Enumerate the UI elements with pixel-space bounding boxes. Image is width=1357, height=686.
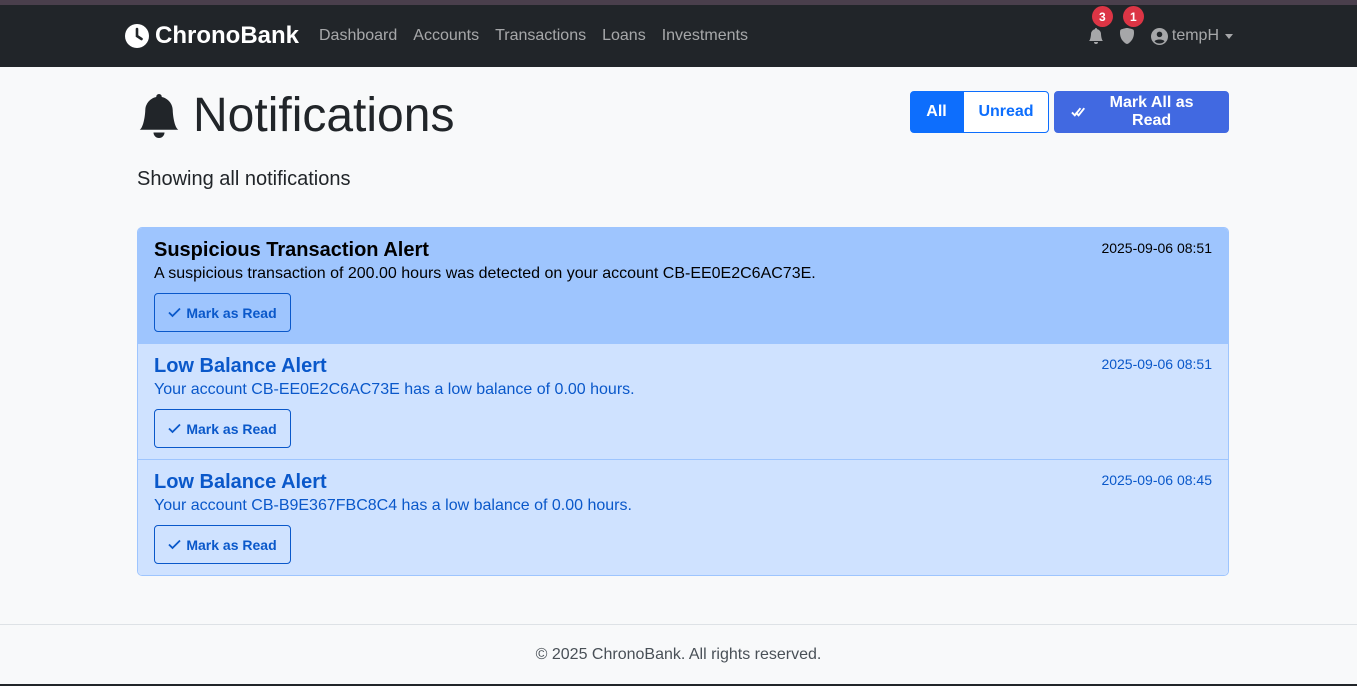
mark-as-read-button[interactable]: Mark as Read: [154, 409, 291, 448]
notification-title: Suspicious Transaction Alert: [154, 239, 429, 261]
filter-unread-button[interactable]: Unread: [963, 91, 1049, 133]
main-nav: Dashboard Accounts Transactions Loans In…: [311, 5, 756, 67]
user-menu-toggle[interactable]: tempH: [1150, 27, 1233, 45]
mark-as-read-button[interactable]: Mark as Read: [154, 525, 291, 564]
clock-icon: [125, 24, 149, 48]
filter-button-group: All Unread: [910, 91, 1049, 133]
notification-title: Low Balance Alert: [154, 471, 327, 493]
page-title-row: Notifications: [137, 92, 454, 140]
nav-accounts[interactable]: Accounts: [405, 27, 487, 45]
filter-all-button[interactable]: All: [910, 91, 963, 133]
notification-message: Your account CB-EE0E2C6AC73E has a low b…: [154, 381, 635, 398]
notification-title: Low Balance Alert: [154, 355, 327, 377]
nav-investments[interactable]: Investments: [654, 27, 756, 45]
mark-as-read-label: Mark as Read: [186, 304, 277, 321]
page-title: Notifications: [193, 89, 455, 142]
notification-item: Low Balance Alert Your account CB-EE0E2C…: [138, 344, 1228, 460]
notification-item: Low Balance Alert Your account CB-B9E367…: [138, 460, 1228, 575]
footer-copyright: © 2025 ChronoBank. All rights reserved.: [535, 645, 822, 663]
bell-icon: [1088, 28, 1103, 44]
mark-as-read-label: Mark as Read: [186, 536, 277, 553]
notification-item: Suspicious Transaction Alert A suspiciou…: [138, 228, 1228, 344]
nav-loans[interactable]: Loans: [594, 27, 654, 45]
notification-time: 2025-09-06 08:51: [1101, 240, 1212, 256]
notifications-button[interactable]: 3: [1088, 6, 1113, 44]
page-header: Notifications Showing all notifications: [137, 92, 454, 191]
shield-icon: [1119, 28, 1134, 44]
user-circle-icon: [1150, 27, 1168, 45]
check-icon: [168, 423, 181, 434]
security-button[interactable]: 1: [1119, 6, 1144, 44]
chevron-down-icon: [1225, 33, 1233, 39]
mark-as-read-button[interactable]: Mark as Read: [154, 293, 291, 332]
nav-right: 3 1 tempH: [1088, 5, 1233, 67]
footer: © 2025 ChronoBank. All rights reserved.: [0, 624, 1357, 684]
notifications-count-badge: 3: [1091, 6, 1113, 27]
notification-message: A suspicious transaction of 200.00 hours…: [154, 265, 816, 282]
mark-as-read-label: Mark as Read: [186, 420, 277, 437]
check-icon: [168, 307, 181, 318]
username: tempH: [1171, 27, 1219, 44]
security-count-badge: 1: [1122, 6, 1144, 27]
nav-dashboard[interactable]: Dashboard: [311, 27, 405, 45]
notification-message: Your account CB-B9E367FBC8C4 has a low b…: [154, 497, 632, 514]
check-icon: [168, 539, 181, 550]
navbar: ChronoBank Dashboard Accounts Transactio…: [0, 5, 1357, 67]
nav-transactions[interactable]: Transactions: [487, 27, 594, 45]
notification-filters: All Unread Mark All as Read: [910, 91, 1229, 133]
bell-icon: [139, 93, 179, 138]
notification-list: Suspicious Transaction Alert A suspiciou…: [137, 227, 1229, 576]
brand-link[interactable]: ChronoBank: [124, 5, 299, 67]
mark-all-read-label: Mark All as Read: [1109, 94, 1194, 129]
brand-name: ChronoBank: [155, 22, 299, 49]
check-double-icon: [1071, 107, 1086, 117]
notification-time: 2025-09-06 08:45: [1101, 472, 1212, 488]
notification-time: 2025-09-06 08:51: [1101, 356, 1212, 372]
mark-all-read-button[interactable]: Mark All as Read: [1054, 91, 1229, 133]
page-subtitle: Showing all notifications: [137, 168, 351, 190]
